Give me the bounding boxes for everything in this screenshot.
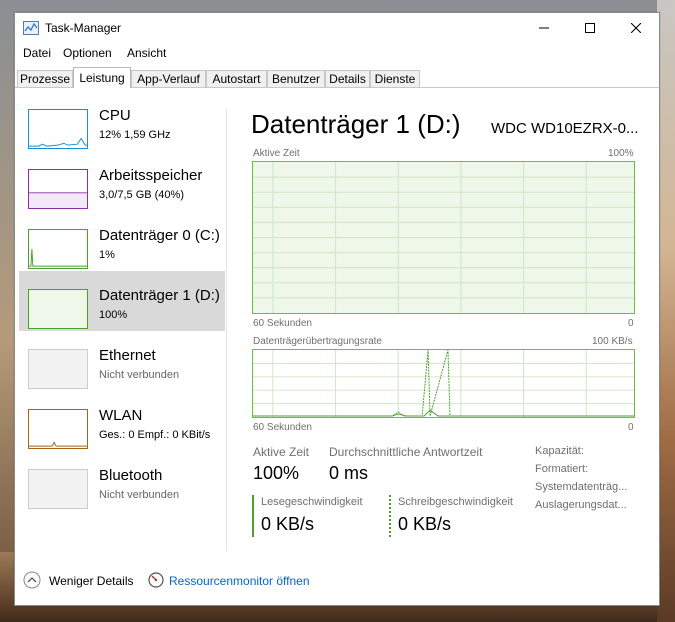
response-time-value: 0 ms xyxy=(329,463,369,483)
sidebar-item-wlan[interactable]: WLAN Ges.: 0 Empf.: 0 KBit/s xyxy=(19,391,225,451)
task-manager-icon xyxy=(23,21,39,35)
sidebar-item-label: Datenträger 1 (D:) xyxy=(99,287,220,304)
graph2-time: 60 Sekunden xyxy=(253,422,312,433)
sidebar-item-value: Nicht verbunden xyxy=(99,489,180,501)
tab-dienste[interactable]: Dienste xyxy=(370,70,420,87)
graph2-label: Datenträgerübertragungsrate xyxy=(253,336,382,347)
chevron-up-circle-icon[interactable] xyxy=(23,571,41,589)
sidebar-item-cpu[interactable]: CPU 12% 1,59 GHz xyxy=(19,91,225,151)
sidebar-item-value: 1% xyxy=(99,249,115,261)
response-time-label: Durchschnittliche Antwortzeit xyxy=(329,445,483,459)
graph1-label: Aktive Zeit xyxy=(253,148,300,159)
wlan-thumbnail-graph xyxy=(28,409,88,449)
tab-app-verlauf[interactable]: App-Verlauf xyxy=(131,70,206,87)
tab-autostart[interactable]: Autostart xyxy=(206,70,267,87)
transfer-rate-graph xyxy=(252,349,635,418)
sidebar-item-value: Ges.: 0 Empf.: 0 KBit/s xyxy=(99,429,211,441)
sidebar-item-value: 100% xyxy=(99,309,128,321)
tab-benutzer[interactable]: Benutzer xyxy=(267,70,325,87)
sidebar-item-label: CPU xyxy=(99,107,131,124)
resource-monitor-icon xyxy=(148,572,164,588)
resource-monitor-link[interactable]: Ressourcenmonitor öffnen xyxy=(169,574,310,588)
sidebar-item-label: Arbeitsspeicher xyxy=(99,167,203,184)
pagefile-label: Auslagerungsdat... xyxy=(535,499,627,511)
graph1-min: 0 xyxy=(628,318,634,329)
sidebar-item-value: Nicht verbunden xyxy=(99,369,180,381)
disk0-thumbnail-graph xyxy=(28,229,88,269)
menu-ansicht[interactable]: Ansicht xyxy=(127,46,166,60)
tab-prozesse[interactable]: Prozesse xyxy=(17,70,73,87)
graph1-max: 100% xyxy=(608,148,634,159)
sidebar-item-label: Bluetooth xyxy=(99,467,163,484)
sidebar-item-memory[interactable]: Arbeitsspeicher 3,0/7,5 GB (40%) xyxy=(19,151,225,211)
formatted-label: Formatiert: xyxy=(535,463,589,475)
menu-datei[interactable]: Datei xyxy=(23,46,51,60)
fewer-details-button[interactable]: Weniger Details xyxy=(49,574,133,588)
task-manager-window: Task-Manager Datei Optionen Ansicht Proz… xyxy=(14,12,660,606)
title-bar[interactable]: Task-Manager xyxy=(15,13,659,43)
page-title: Datenträger 1 (D:) xyxy=(251,109,461,139)
disk-model: WDC WD10EZRX-0... xyxy=(491,120,639,137)
sidebar-item-value: 12% 1,59 GHz xyxy=(99,129,171,141)
ethernet-thumbnail-graph xyxy=(28,349,88,389)
window-title: Task-Manager xyxy=(45,21,122,35)
sidebar-item-disk-0[interactable]: Datenträger 0 (C:) 1% xyxy=(19,211,225,271)
minimize-icon xyxy=(539,27,549,29)
write-speed-value: 0 KB/s xyxy=(398,514,452,534)
cpu-thumbnail-graph xyxy=(28,109,88,149)
sidebar-item-label: Ethernet xyxy=(99,347,156,364)
tab-leistung[interactable]: Leistung xyxy=(73,67,131,88)
active-time-graph xyxy=(252,161,635,314)
menu-optionen[interactable]: Optionen xyxy=(63,46,112,60)
minimize-button[interactable] xyxy=(521,13,567,43)
tab-strip: Prozesse Leistung App-Verlauf Autostart … xyxy=(15,67,659,88)
maximize-icon xyxy=(585,23,595,33)
bluetooth-thumbnail-graph xyxy=(28,469,88,509)
graph2-min: 0 xyxy=(628,422,634,433)
memory-thumbnail-graph xyxy=(28,169,88,209)
read-speed-indicator xyxy=(252,495,254,537)
sidebar-item-label: Datenträger 0 (C:) xyxy=(99,227,220,244)
footer-bar: Weniger Details Ressourcenmonitor öffnen xyxy=(15,563,659,603)
sidebar-item-disk-1[interactable]: Datenträger 1 (D:) 100% xyxy=(19,271,225,331)
performance-sidebar: CPU 12% 1,59 GHz Arbeitsspeicher 3,0/7,5… xyxy=(19,91,225,551)
system-disk-label: Systemdatenträg... xyxy=(535,481,628,493)
sidebar-item-bluetooth[interactable]: Bluetooth Nicht verbunden xyxy=(19,451,225,511)
sidebar-item-value: 3,0/7,5 GB (40%) xyxy=(99,189,184,201)
sidebar-item-ethernet[interactable]: Ethernet Nicht verbunden xyxy=(19,331,225,391)
active-time-label: Aktive Zeit xyxy=(253,445,310,459)
write-speed-label: Schreibgeschwindigkeit xyxy=(398,496,513,508)
sidebar-item-label: WLAN xyxy=(99,407,143,424)
write-speed-indicator xyxy=(389,495,391,537)
capacity-label: Kapazität: xyxy=(535,445,584,457)
pane-divider xyxy=(226,109,227,551)
disk1-thumbnail-graph xyxy=(28,289,88,329)
read-speed-value: 0 KB/s xyxy=(261,514,315,534)
active-time-value: 100% xyxy=(253,463,300,483)
close-icon xyxy=(631,23,641,33)
tab-details[interactable]: Details xyxy=(325,70,370,87)
close-button[interactable] xyxy=(613,13,659,43)
graph1-time: 60 Sekunden xyxy=(253,318,312,329)
read-speed-label: Lesegeschwindigkeit xyxy=(261,496,363,508)
graph2-max: 100 KB/s xyxy=(592,336,633,347)
maximize-button[interactable] xyxy=(567,13,613,43)
